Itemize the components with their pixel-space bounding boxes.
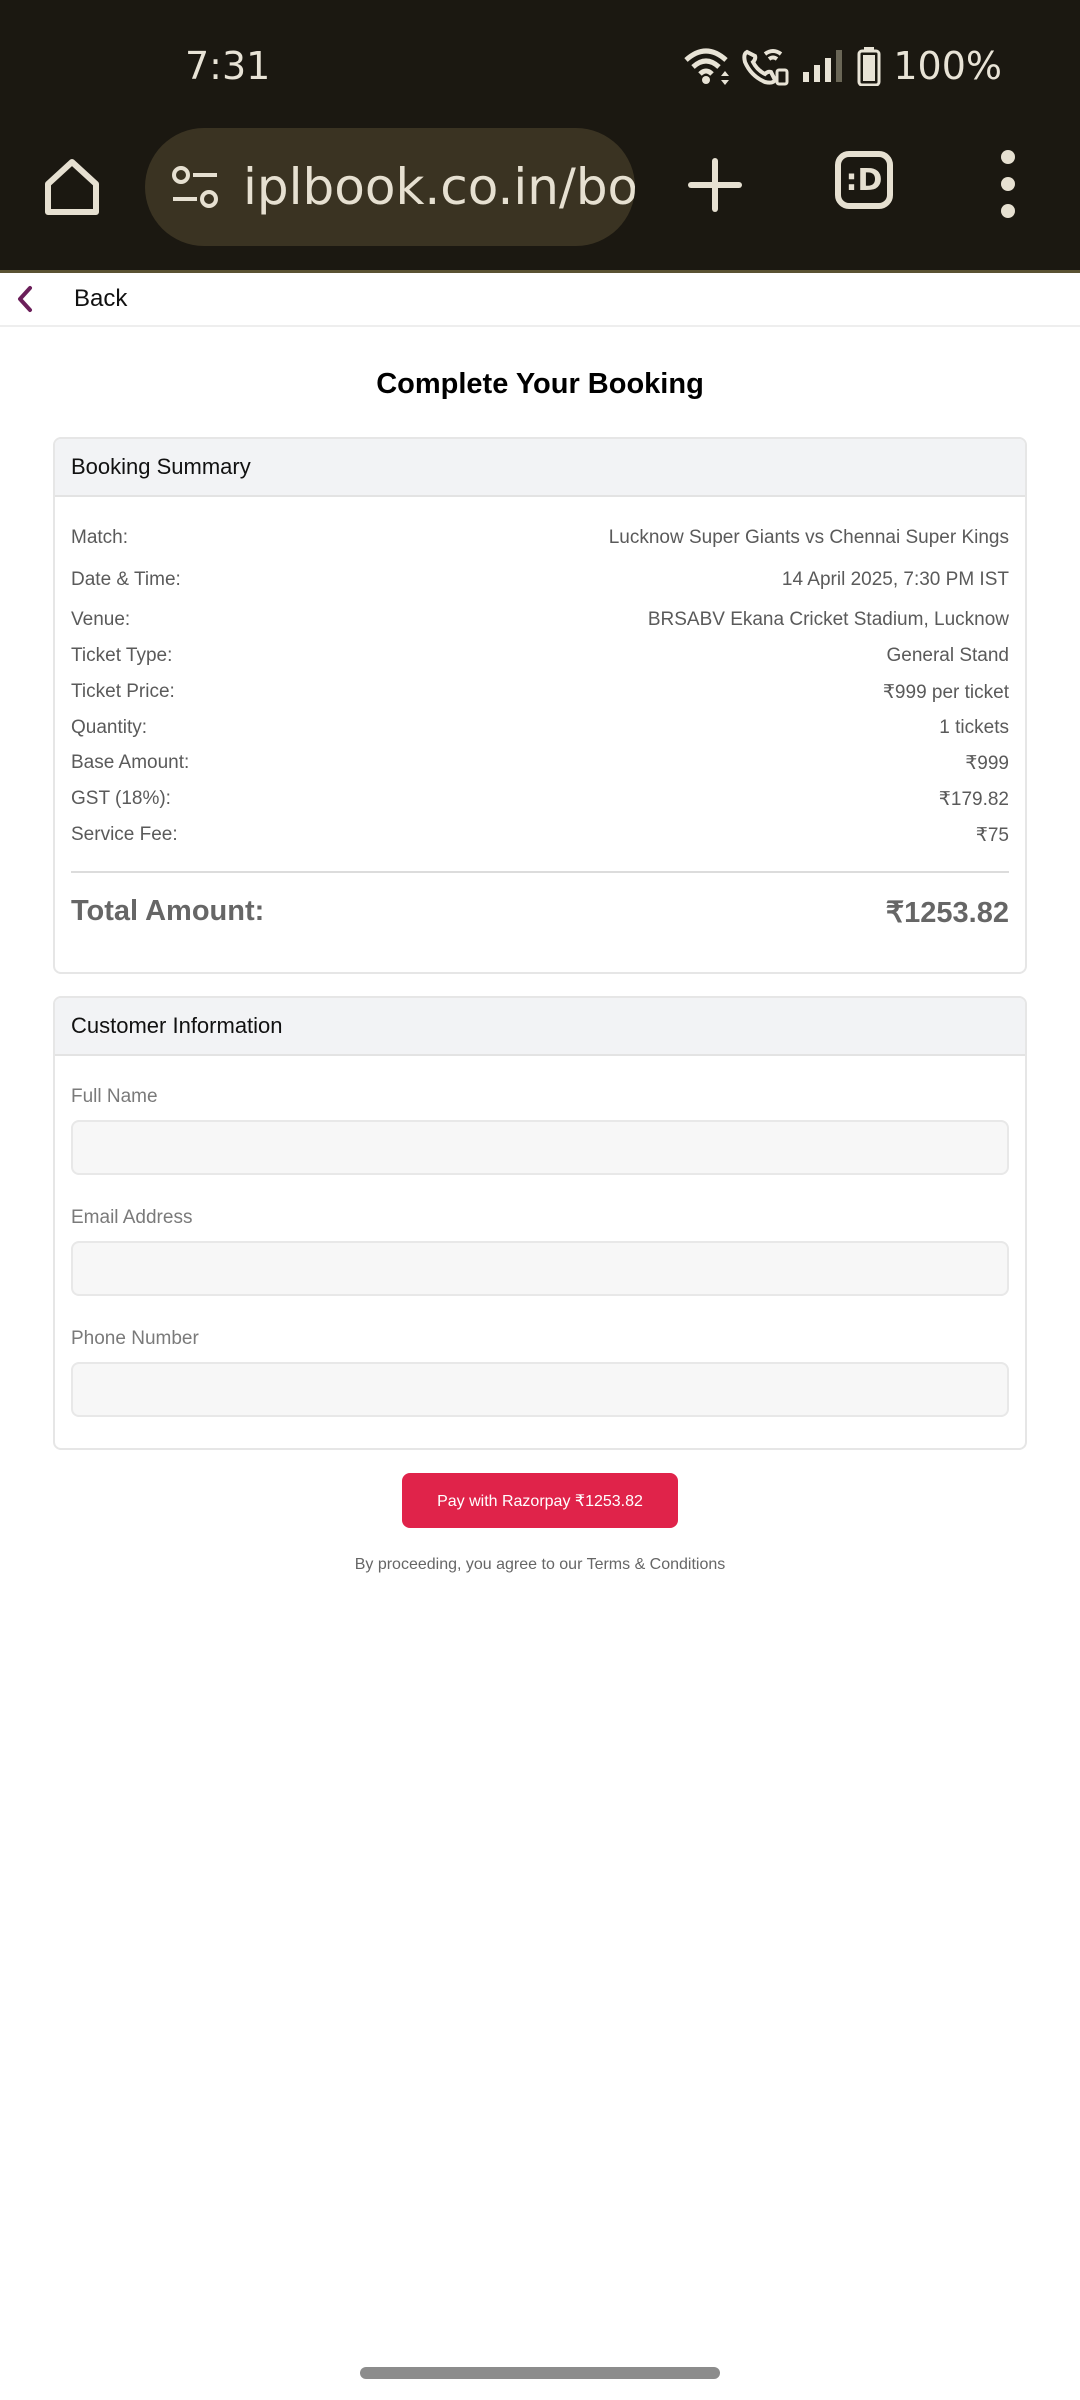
status-time: 7:31: [185, 44, 271, 88]
summary-row-venue: Venue: BRSABV Ekana Cricket Stadium, Luc…: [71, 609, 1009, 631]
summary-row-match: Match: Lucknow Super Giants vs Chennai S…: [71, 527, 1009, 549]
total-amount-row: Total Amount: ₹1253.82: [71, 895, 1009, 930]
email-address-label: Email Address: [71, 1207, 193, 1228]
summary-row-service-fee: Service Fee: ₹75: [71, 824, 1009, 847]
back-nav[interactable]: Back: [0, 273, 1080, 327]
back-button[interactable]: Back: [74, 285, 127, 313]
summary-row-date-time: Date & Time: 14 April 2025, 7:30 PM IST: [71, 569, 1009, 591]
home-icon[interactable]: [40, 154, 104, 218]
summary-label: Service Fee:: [71, 824, 178, 845]
customer-information-header: Customer Information: [55, 998, 1025, 1056]
url-text: iplbook.co.in/boo: [243, 158, 635, 216]
gesture-home-indicator[interactable]: [360, 2367, 720, 2379]
phone-number-input[interactable]: [71, 1362, 1009, 1417]
summary-label: Quantity:: [71, 717, 148, 738]
wifi-calling-icon: [741, 46, 789, 86]
pay-with-razorpay-button[interactable]: Pay with Razorpay ₹1253.82: [402, 1473, 678, 1528]
battery-percent: 100%: [893, 44, 1002, 88]
summary-label: Ticket Price:: [71, 681, 175, 702]
site-settings-icon[interactable]: [169, 161, 221, 213]
phone-number-label: Phone Number: [71, 1328, 199, 1349]
summary-divider: [71, 871, 1009, 873]
summary-value: ₹179.82: [938, 789, 1009, 810]
summary-label: Venue:: [71, 609, 131, 630]
booking-summary-card: Booking Summary Match: Lucknow Super Gia…: [53, 437, 1027, 974]
full-name-input[interactable]: [71, 1120, 1009, 1175]
summary-row-ticket-type: Ticket Type: General Stand: [71, 645, 1009, 667]
browser-toolbar: iplbook.co.in/boo :D: [0, 128, 1080, 246]
full-name-label: Full Name: [71, 1086, 158, 1107]
new-tab-icon[interactable]: [683, 153, 747, 217]
summary-value: ₹75: [975, 825, 1009, 846]
summary-row-gst: GST (18%): ₹179.82: [71, 788, 1009, 811]
summary-label: Match:: [71, 527, 129, 548]
total-amount-label: Total Amount:: [71, 895, 265, 927]
tab-switcher-icon[interactable]: :D: [835, 151, 893, 209]
summary-value: Lucknow Super Giants vs Chennai Super Ki…: [608, 527, 1009, 548]
summary-label: Date & Time:: [71, 569, 181, 590]
summary-value: ₹999 per ticket: [882, 682, 1009, 703]
booking-summary-header: Booking Summary: [55, 439, 1025, 497]
browser-chrome: 7:31 100% iplbook.co.in/boo:D: [0, 0, 1080, 273]
summary-label: GST (18%):: [71, 788, 171, 809]
total-amount-value: ₹1253.82: [885, 897, 1009, 929]
summary-row-base-amount: Base Amount: ₹999: [71, 752, 1009, 775]
terms-notice: By proceeding, you agree to our Terms & …: [354, 1556, 726, 1573]
summary-label: Ticket Type:: [71, 645, 173, 666]
summary-row-quantity: Quantity: 1 tickets: [71, 717, 1009, 739]
summary-value: 1 tickets: [939, 717, 1009, 738]
url-bar[interactable]: iplbook.co.in/boo: [145, 128, 635, 246]
summary-value: ₹999: [965, 753, 1009, 774]
summary-value: General Stand: [886, 645, 1009, 666]
summary-value: BRSABV Ekana Cricket Stadium, Lucknow: [647, 609, 1009, 630]
battery-icon: [857, 46, 881, 86]
summary-row-ticket-price: Ticket Price: ₹999 per ticket: [71, 681, 1009, 704]
status-icons: 100%: [683, 44, 1002, 88]
email-address-input[interactable]: [71, 1241, 1009, 1296]
wifi-icon: [683, 46, 730, 86]
customer-information-card: Customer Information Full Name Email Add…: [53, 996, 1027, 1450]
summary-label: Base Amount:: [71, 752, 190, 773]
summary-value: 14 April 2025, 7:30 PM IST: [781, 569, 1009, 590]
chevron-left-icon[interactable]: [12, 282, 38, 316]
more-vert-icon[interactable]: [990, 150, 1026, 218]
signal-icon: [801, 48, 845, 84]
tab-switcher-label: :D: [845, 162, 883, 198]
page-title: Complete Your Booking: [376, 368, 704, 400]
